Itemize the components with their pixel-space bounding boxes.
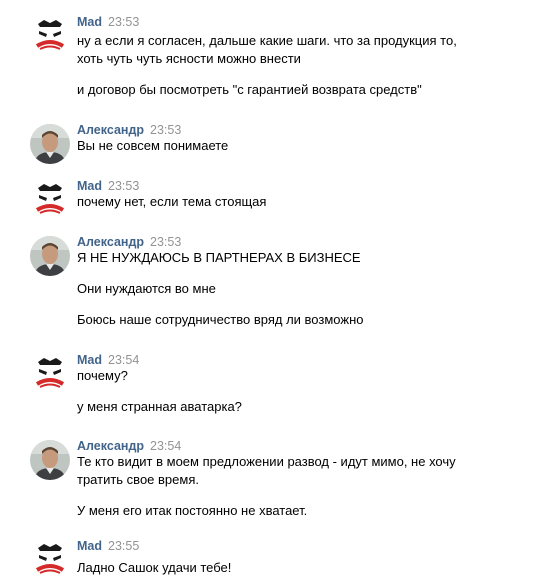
- timestamp[interactable]: 23:54: [150, 439, 181, 453]
- message-text: почему нет, если тема стоящая: [77, 194, 267, 209]
- message-text: Я НЕ НУЖДАЮСЬ В ПАРТНЕРАХ В БИЗНЕСЕ: [77, 250, 361, 265]
- author-label[interactable]: Mad: [77, 539, 102, 553]
- timestamp[interactable]: 23:53: [108, 15, 139, 29]
- author-name[interactable]: Александр 23:53: [77, 122, 181, 138]
- message-text: ну а если я согласен, дальше какие шаги.…: [77, 33, 457, 48]
- author-label[interactable]: Mad: [77, 179, 102, 193]
- user-photo-avatar[interactable]: [30, 440, 70, 480]
- message-text: хоть чуть чуть ясности можно внести: [77, 51, 301, 66]
- mad-face-icon[interactable]: [30, 354, 70, 394]
- user-photo-avatar[interactable]: [30, 236, 70, 276]
- message-text: Они нуждаются во мне: [77, 281, 216, 296]
- message-text: и договор бы посмотреть "с гарантией воз…: [77, 82, 422, 97]
- mad-face-icon[interactable]: [30, 540, 70, 580]
- timestamp[interactable]: 23:53: [150, 123, 181, 137]
- mad-face-icon[interactable]: [30, 16, 70, 56]
- message-text: почему?: [77, 368, 128, 383]
- user-photo-avatar[interactable]: [30, 124, 70, 164]
- timestamp[interactable]: 23:53: [150, 235, 181, 249]
- message-text: Вы не совсем понимаете: [77, 138, 229, 153]
- timestamp[interactable]: 23:54: [108, 353, 139, 367]
- author-name[interactable]: Александр 23:53: [77, 234, 181, 250]
- message-text: у меня странная аватарка?: [77, 399, 242, 414]
- timestamp[interactable]: 23:55: [108, 539, 139, 553]
- message-text: Те кто видит в моем предложении развод -…: [77, 454, 456, 469]
- author-label[interactable]: Александр: [77, 123, 144, 137]
- message-text: У меня его итак постоянно не хватает.: [77, 503, 308, 518]
- author-label[interactable]: Mad: [77, 353, 102, 367]
- author-label[interactable]: Mad: [77, 15, 102, 29]
- author-name[interactable]: Mad 23:53: [77, 178, 139, 194]
- message-text: тратить свое время.: [77, 472, 199, 487]
- timestamp[interactable]: 23:53: [108, 179, 139, 193]
- author-name[interactable]: Mad 23:55: [77, 538, 139, 554]
- author-name[interactable]: Mad 23:53: [77, 14, 139, 30]
- message-history: Mad 23:53 ну а если я согласен, дальше ка…: [0, 0, 544, 586]
- message-text: Ладно Сашок удачи тебе!: [77, 560, 232, 575]
- mad-face-icon[interactable]: [30, 180, 70, 220]
- message-text: Боюсь наше сотрудничество вряд ли возмож…: [77, 312, 364, 327]
- author-name[interactable]: Александр 23:54: [77, 438, 181, 454]
- author-label[interactable]: Александр: [77, 439, 144, 453]
- author-name[interactable]: Mad 23:54: [77, 352, 139, 368]
- author-label[interactable]: Александр: [77, 235, 144, 249]
